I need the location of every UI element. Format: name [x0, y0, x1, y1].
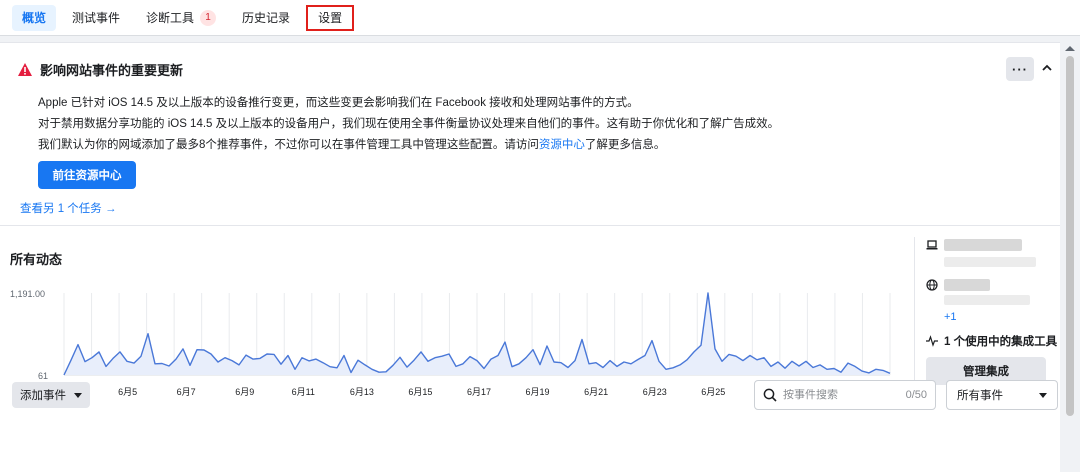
- x-tick-label: 6月5: [118, 387, 137, 397]
- x-tick-label: 6月25: [701, 387, 725, 397]
- alert-text-line-2: 对于禁用数据分享功能的 iOS 14.5 及以上版本的设备用户，我们现在使用全事…: [38, 118, 780, 130]
- alert-title: 影响网站事件的重要更新: [18, 60, 183, 79]
- event-search-input[interactable]: [783, 389, 883, 401]
- x-tick-label: 6月15: [408, 387, 432, 397]
- alert-text-line-3: 我们默认为你的网域添加了最多8个推荐事件，不过你可以在事件管理工具中管理这些配置…: [38, 139, 666, 151]
- chevron-up-icon[interactable]: [1040, 61, 1054, 75]
- resource-center-link[interactable]: 资源中心: [539, 139, 585, 151]
- go-to-resource-center-button[interactable]: 前往资源中心: [38, 161, 136, 189]
- add-event-button[interactable]: 添加事件: [12, 382, 90, 408]
- laptop-icon: [926, 240, 938, 250]
- tab-diagnostics[interactable]: 诊断工具 1: [136, 5, 226, 31]
- diagnostics-count-badge: 1: [200, 9, 217, 26]
- redacted-source-detail: [944, 257, 1036, 267]
- top-tab-bar: 概览 测试事件 诊断工具 1 历史记录 设置: [0, 0, 1080, 36]
- x-tick-label: 6月13: [350, 387, 374, 397]
- tab-settings[interactable]: 设置: [306, 4, 355, 31]
- chevron-down-icon: [1039, 392, 1047, 398]
- x-tick-label: 6月7: [177, 387, 196, 397]
- view-more-tasks-link[interactable]: 查看另 1 个任务 →: [20, 200, 116, 216]
- x-tick-label: 6月9: [235, 387, 254, 397]
- search-char-count: 0/50: [905, 389, 927, 401]
- x-tick-label: 6月21: [584, 387, 608, 397]
- scrollbar[interactable]: [1060, 42, 1080, 472]
- more-domains-link[interactable]: +1: [944, 311, 957, 323]
- redacted-domain-detail: [944, 295, 1030, 305]
- panel-divider: [914, 237, 915, 397]
- integrations-summary: 1 个使用中的集成工具: [926, 333, 1057, 349]
- domain-row: [926, 279, 990, 291]
- x-tick-label: 6月17: [467, 387, 491, 397]
- tab-test-events[interactable]: 测试事件: [62, 5, 130, 31]
- tab-overview[interactable]: 概览: [12, 4, 57, 31]
- globe-icon: [926, 279, 938, 291]
- x-tick-label: 6月23: [643, 387, 667, 397]
- event-filter-select[interactable]: 所有事件: [946, 380, 1058, 410]
- x-tick-label: 6月19: [526, 387, 550, 397]
- section-divider: [0, 225, 1060, 226]
- scroll-up-icon[interactable]: [1065, 46, 1075, 51]
- x-tick-label: 6月11: [292, 387, 315, 397]
- caret-down-icon: [74, 392, 82, 398]
- activity-title: 所有动态: [10, 252, 63, 267]
- tab-history[interactable]: 历史记录: [232, 5, 300, 31]
- pixel-source-row: [926, 239, 1022, 251]
- warning-icon: [18, 63, 32, 76]
- redacted-domain-name: [944, 279, 990, 291]
- more-options-button[interactable]: ···: [1006, 57, 1034, 81]
- scrollbar-thumb[interactable]: [1066, 56, 1074, 416]
- search-icon: [763, 388, 777, 402]
- event-search-box[interactable]: 0/50: [754, 380, 936, 410]
- alert-text-line-1: Apple 已针对 iOS 14.5 及以上版本的设备推行变更，而这些变更会影响…: [38, 97, 639, 109]
- y-tick-label: 1,191.00: [10, 289, 45, 299]
- y-tick-label: 61: [38, 371, 48, 381]
- redacted-source-name: [944, 239, 1022, 251]
- activity-pulse-icon: [926, 335, 938, 347]
